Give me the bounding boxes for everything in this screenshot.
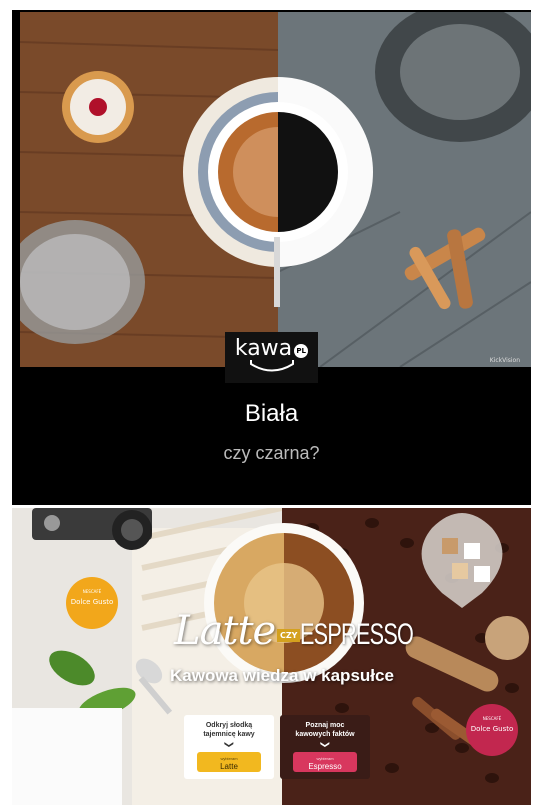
capsule-magenta-brand2: Dolce Gusto xyxy=(471,725,514,733)
logo-badge: PL xyxy=(294,343,309,358)
question-sub: czy czarna? xyxy=(223,443,320,463)
subtitle: Kawowa wiedza w kapsułce xyxy=(170,666,394,685)
capsule-orange-brand2: Dolce Gusto xyxy=(71,598,114,606)
latte-espresso-panel: NESCAFÉ Dolce Gusto NESCAFÉ Dolce Gusto … xyxy=(12,508,531,805)
latte-button-small: wybieram xyxy=(220,756,238,761)
cup-icon xyxy=(249,360,294,372)
title-latte: Latte xyxy=(174,608,276,654)
capsule-magenta-brand1: NESCAFÉ xyxy=(483,716,502,721)
kawa-logo: kawa PL xyxy=(12,332,531,383)
coffee-photo-illustration: KickVision xyxy=(20,12,531,367)
chevron-down-icon: ❯︎ xyxy=(224,740,235,749)
kawa-pl-ad-panel: KickVision kawa PL Biała czy czarna? xyxy=(12,10,531,505)
espresso-button-small: wybieram xyxy=(316,756,334,761)
capsule-orange-brand1: NESCAFÉ xyxy=(83,589,102,594)
chevron-down-icon: ❯︎ xyxy=(320,740,331,749)
title-connector: CZY xyxy=(277,629,301,642)
title-espresso: ESPRESSO xyxy=(300,618,414,651)
logo-text: kawa xyxy=(234,336,293,361)
coffee-split-photo: KickVision xyxy=(20,12,531,367)
espresso-card: Poznaj moc kawowych faktów ❯︎ wybieram E… xyxy=(280,715,370,779)
kawa-logo-box: kawa PL xyxy=(224,332,319,383)
latte-card: Odkryj słodką tajemnicę kawy ❯︎ wybieram… xyxy=(184,715,274,779)
question-main: Biała xyxy=(244,400,299,427)
